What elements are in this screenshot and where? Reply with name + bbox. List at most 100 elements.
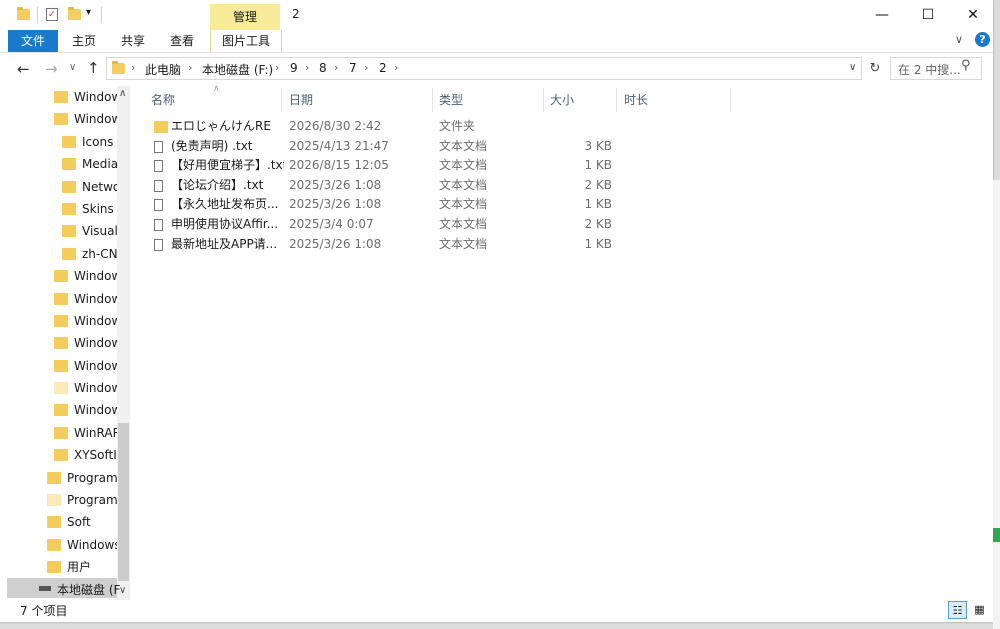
file-date: 2025/3/26 1:08 (289, 177, 382, 192)
divider (101, 7, 102, 23)
nav-folder-item[interactable]: Windows (0, 355, 117, 377)
column-header-duration[interactable]: 时长 (624, 88, 648, 112)
file-row[interactable]: 申明使用协议Affir... 2025/3/4 0:07 文本文档 2 KB (150, 215, 620, 235)
minimize-button[interactable]: — (859, 0, 905, 30)
file-date: 2026/8/15 12:05 (289, 158, 389, 173)
nav-drive-selected[interactable]: 本地磁盘 (F (7, 578, 121, 598)
file-row[interactable]: 【论坛介绍】.txt 2025/3/26 1:08 文本文档 2 KB (150, 176, 620, 196)
nav-folder-label: Windows (67, 537, 117, 552)
column-header-date[interactable]: 日期 (289, 88, 313, 112)
status-bar: 7 个项目 (0, 600, 993, 622)
qat-dropdown-icon[interactable]: ▾ (86, 7, 91, 18)
nav-folder-item[interactable]: WinRAR (0, 422, 117, 444)
breadcrumb-separator[interactable]: › (364, 61, 368, 74)
file-row[interactable]: 【永久地址发布页... 2025/3/26 1:08 文本文档 1 KB (150, 195, 620, 215)
breadcrumb-separator[interactable]: › (275, 61, 279, 74)
file-row[interactable]: 最新地址及APP请... 2025/3/26 1:08 文本文档 1 KB (150, 235, 620, 255)
close-button[interactable]: ✕ (950, 0, 996, 30)
refresh-button[interactable]: ↻ (866, 58, 884, 79)
nav-folder-item[interactable]: Windows (0, 86, 117, 108)
maximize-button[interactable]: ☐ (905, 0, 951, 30)
column-divider[interactable] (730, 88, 731, 112)
file-row[interactable]: (免责声明) .txt 2025/4/13 21:47 文本文档 3 KB (150, 137, 620, 157)
tab-share[interactable]: 共享 (113, 30, 153, 52)
file-row[interactable]: 【好用便宜梯子】.txt 2026/8/15 12:05 文本文档 1 KB (150, 156, 620, 176)
column-header-name[interactable]: 名称 (151, 88, 175, 112)
breadcrumb-2[interactable]: 2 (379, 61, 387, 75)
nav-scrollbar-thumb[interactable] (118, 423, 129, 581)
breadcrumb-separator[interactable]: › (394, 61, 398, 74)
nav-folder-item[interactable]: Windows (0, 399, 117, 421)
nav-folder-item[interactable]: Program (0, 467, 117, 489)
file-row[interactable]: エロじゃんけんRE 2026/8/30 2:42 文件夹 (150, 117, 620, 137)
help-icon[interactable]: ? (975, 32, 990, 47)
back-button[interactable]: ← (17, 60, 30, 78)
breadcrumb-this-pc[interactable]: 此电脑 (145, 61, 181, 78)
search-icon[interactable]: ⚲ (961, 58, 971, 73)
file-date: 2025/3/26 1:08 (289, 236, 382, 251)
file-list: エロじゃんけんRE 2026/8/30 2:42 文件夹 (免责声明) .txt 202… (0, 117, 993, 317)
file-size: 3 KB (584, 138, 612, 153)
nav-drive-label: 本地磁盘 (F (57, 583, 121, 597)
nav-folder-label: Soft (67, 515, 91, 530)
nav-folder-label: Program (67, 470, 117, 485)
recent-locations-button[interactable]: ∨ (69, 62, 76, 73)
properties-icon[interactable]: ✓ (46, 8, 58, 21)
folder-icon (47, 516, 61, 529)
column-divider[interactable] (543, 88, 544, 112)
details-view-icon[interactable]: ☷ (948, 601, 967, 619)
nav-folder-item[interactable]: XYSoftIr (0, 444, 117, 466)
new-folder-icon[interactable] (68, 7, 81, 20)
background-accent (993, 528, 1000, 542)
breadcrumb-separator[interactable]: › (305, 61, 309, 74)
nav-folder-item[interactable]: Soft (0, 511, 117, 533)
breadcrumb-9[interactable]: 9 (290, 61, 298, 75)
breadcrumb-drive[interactable]: 本地磁盘 (F:) (202, 61, 273, 78)
nav-folder-item[interactable]: Windows (0, 332, 117, 354)
column-divider[interactable] (432, 88, 433, 112)
nav-folder-item[interactable]: Windows (0, 534, 117, 556)
breadcrumb-separator[interactable]: › (188, 61, 192, 74)
up-button[interactable]: ↑ (87, 59, 100, 77)
file-type: 文本文档 (439, 138, 488, 153)
folder-icon (54, 359, 68, 372)
column-divider[interactable] (616, 88, 617, 112)
tab-home[interactable]: 主页 (64, 30, 104, 52)
breadcrumb-separator[interactable]: › (131, 61, 135, 74)
column-header-type[interactable]: 类型 (439, 88, 463, 112)
folder-icon (47, 538, 61, 551)
address-dropdown-icon[interactable]: ∨ (849, 62, 856, 73)
folder-icon (17, 7, 30, 20)
scroll-up-icon[interactable]: ∧ (119, 88, 126, 99)
drive-icon (39, 586, 51, 591)
breadcrumb-8[interactable]: 8 (319, 61, 327, 75)
large-icons-view-icon[interactable]: ▦ (970, 601, 989, 619)
file-name: 【好用便宜梯子】.txt (171, 158, 284, 173)
nav-folder-item[interactable]: 用户 (0, 556, 117, 578)
tab-file[interactable]: 文件 (8, 30, 58, 52)
ribbon-collapse-icon[interactable]: ∨ (955, 33, 963, 46)
nav-folder-item[interactable]: ProgramD (0, 489, 117, 511)
file-type: 文件夹 (439, 119, 476, 133)
nav-folder-label: Windows (74, 403, 117, 418)
tab-picture-tools[interactable]: 图片工具 (210, 30, 282, 52)
folder-icon (54, 337, 68, 350)
sort-arrow-icon: ∧ (213, 84, 220, 94)
context-tab-manage[interactable]: 管理 (210, 4, 280, 30)
nav-folder-label: Windows (74, 381, 117, 396)
tab-view[interactable]: 查看 (162, 30, 202, 52)
explorer-window: ✓ ▾ 管理 2 — ☐ ✕ 文件 主页 共享 查看 图片工具 ∨ ? ← → … (0, 0, 993, 622)
text-file-icon (154, 238, 163, 251)
folder-icon (54, 382, 68, 395)
file-type: 文本文档 (439, 217, 488, 231)
column-header-size[interactable]: 大小 (550, 88, 574, 112)
forward-button[interactable]: → (45, 60, 58, 78)
breadcrumb-separator[interactable]: › (334, 61, 338, 74)
column-divider[interactable] (281, 88, 282, 112)
file-name: 【论坛介绍】.txt (171, 177, 264, 192)
folder-icon (112, 61, 125, 74)
search-input[interactable]: 在 2 中搜... (898, 61, 961, 78)
nav-folder-item[interactable]: Windows (0, 377, 117, 399)
file-date: 2025/4/13 21:47 (289, 138, 389, 153)
breadcrumb-7[interactable]: 7 (349, 61, 357, 75)
